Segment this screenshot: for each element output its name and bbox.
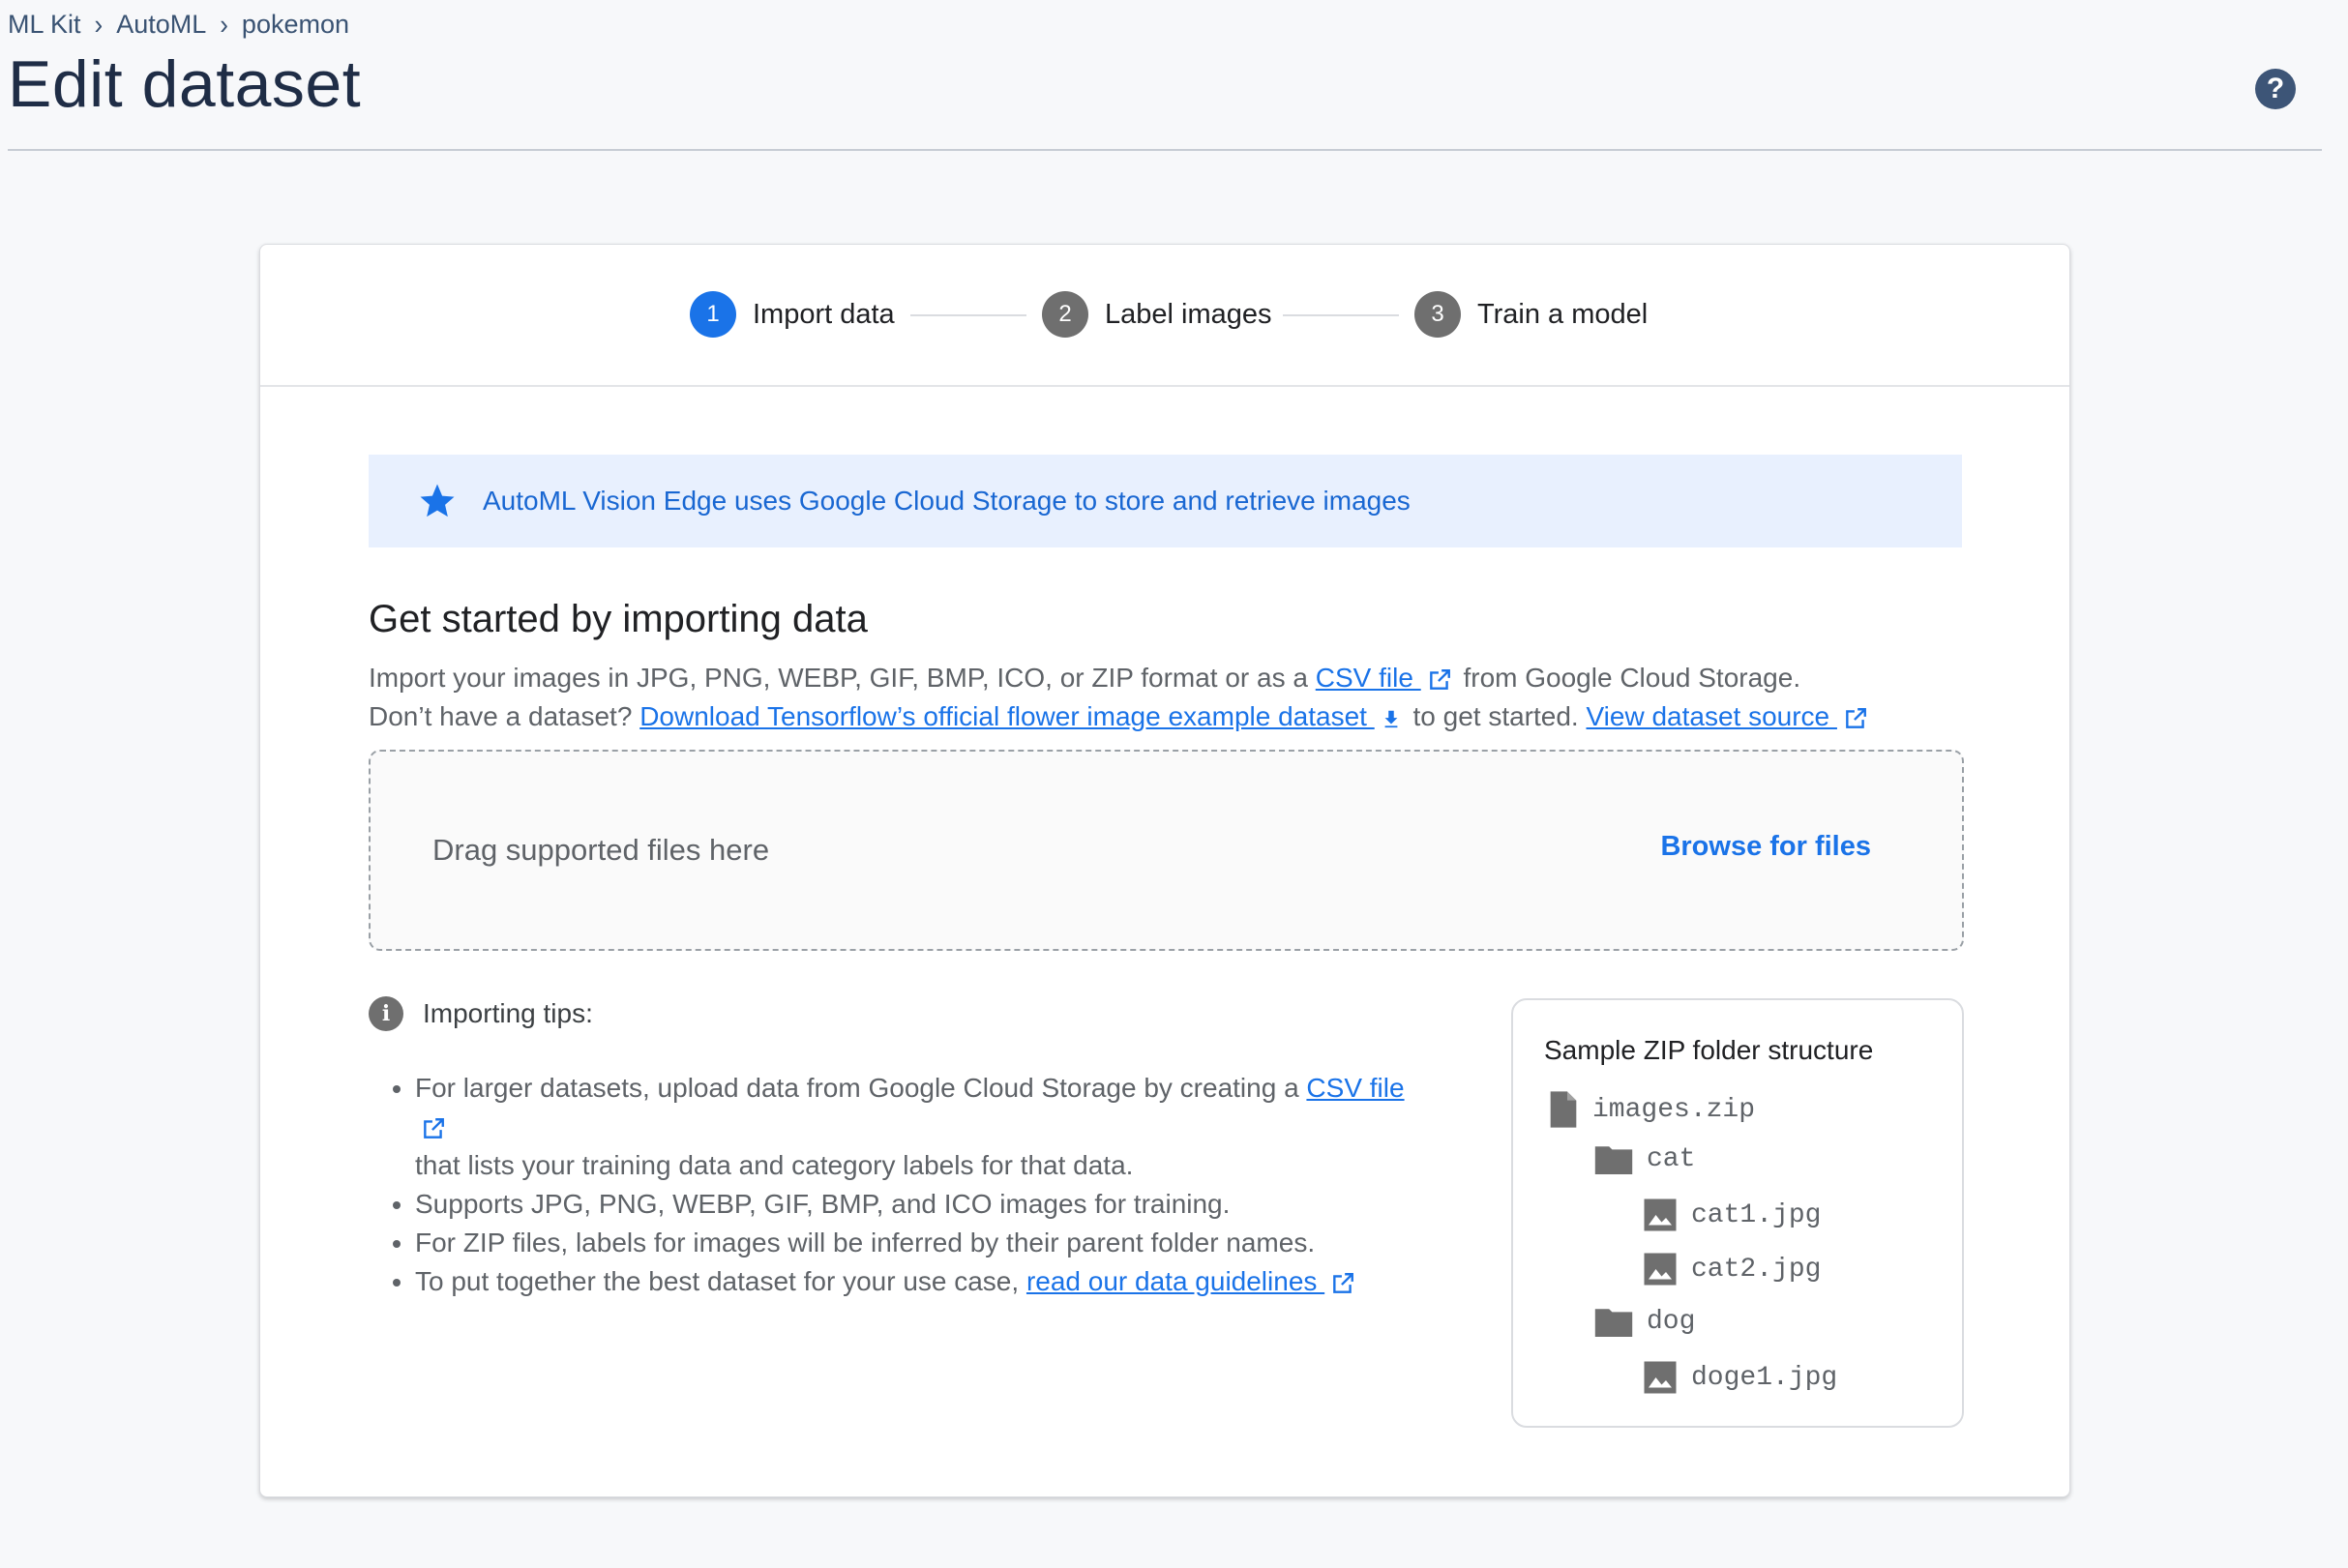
image-icon [1644, 1198, 1677, 1231]
breadcrumb: ML Kit › AutoML › pokemon [8, 8, 349, 41]
tips-csv-file-link[interactable]: CSV file [1306, 1073, 1404, 1103]
stepper: 1 Import data 2 Label images 3 Train a m… [260, 245, 2069, 387]
open-in-new-icon [424, 1117, 444, 1139]
tree-item-label: images.zip [1592, 1094, 1756, 1125]
view-dataset-source-link[interactable]: View dataset source [1587, 701, 1837, 731]
info-icon: i [369, 996, 403, 1031]
step-label-import-data: Import data [753, 298, 895, 330]
tip-item: To put together the best dataset for you… [415, 1262, 1431, 1301]
tip-1-text: For larger datasets, upload data from Go… [415, 1073, 1307, 1103]
tip-item: For larger datasets, upload data from Go… [415, 1069, 1431, 1185]
step-import-data[interactable]: 1 Import data [690, 291, 895, 338]
tip-1-suffix: that lists your training data and catego… [415, 1150, 1134, 1180]
info-banner: AutoML Vision Edge uses Google Cloud Sto… [369, 455, 1962, 547]
tree-item-label: dog [1647, 1306, 1696, 1337]
tree-item-dog: dog [1594, 1306, 1695, 1337]
breadcrumb-automl[interactable]: AutoML [116, 10, 206, 40]
header-divider [8, 149, 2322, 151]
importing-tips-list: For larger datasets, upload data from Go… [369, 1069, 1431, 1301]
image-icon [1644, 1361, 1677, 1394]
intro-line2-text: Don’t have a dataset? [369, 701, 640, 731]
step-label-label-images: Label images [1105, 298, 1272, 330]
tree-item-label: cat [1647, 1143, 1696, 1174]
open-in-new-icon [1429, 668, 1450, 690]
chevron-right-icon: › [220, 8, 228, 41]
tree-item-label: doge1.jpg [1691, 1362, 1838, 1393]
image-icon [1644, 1253, 1677, 1286]
folder-icon [1594, 1309, 1633, 1337]
intro-line2-middle: to get started. [1405, 701, 1587, 731]
browse-files-button[interactable]: Browse for files [1660, 831, 1871, 863]
step-number-2: 2 [1042, 291, 1088, 338]
sample-zip-structure: Sample ZIP folder structure images.zip c… [1511, 998, 1964, 1428]
file-dropzone[interactable]: Drag supported files here Browse for fil… [369, 750, 1964, 951]
importing-tips-title: Importing tips: [423, 998, 593, 1028]
tree-item-cat2: cat2.jpg [1643, 1252, 1821, 1287]
step-number-1: 1 [690, 291, 736, 338]
step-number-3: 3 [1414, 291, 1461, 338]
dropzone-text: Drag supported files here [432, 833, 770, 867]
intro-line1-suffix: from Google Cloud Storage. [1455, 663, 1801, 693]
data-guidelines-link[interactable]: read our data guidelines [1026, 1266, 1324, 1296]
breadcrumb-ml-kit[interactable]: ML Kit [8, 10, 81, 40]
tree-item-label: cat2.jpg [1691, 1254, 1822, 1285]
tip-4-text: To put together the best dataset for you… [415, 1266, 1026, 1296]
intro-text: Import your images in JPG, PNG, WEBP, GI… [369, 659, 1872, 736]
step-connector [910, 314, 1026, 316]
import-card: 1 Import data 2 Label images 3 Train a m… [259, 244, 2070, 1497]
file-icon [1550, 1091, 1577, 1128]
folder-icon [1594, 1146, 1633, 1174]
chevron-right-icon: › [94, 8, 104, 41]
help-icon[interactable]: ? [2255, 69, 2296, 109]
breadcrumb-pokemon: pokemon [241, 10, 349, 39]
csv-file-link[interactable]: CSV file [1316, 663, 1421, 693]
banner-text: AutoML Vision Edge uses Google Cloud Sto… [483, 486, 1411, 516]
sample-title: Sample ZIP folder structure [1544, 1035, 1874, 1065]
tree-item-cat1: cat1.jpg [1643, 1198, 1821, 1232]
tip-item: Supports JPG, PNG, WEBP, GIF, BMP, and I… [415, 1185, 1431, 1224]
section-title: Get started by importing data [369, 598, 868, 640]
step-connector [1283, 314, 1399, 316]
step-train-model[interactable]: 3 Train a model [1414, 291, 1648, 338]
tree-item-cat: cat [1594, 1143, 1695, 1174]
tree-item-label: cat1.jpg [1691, 1199, 1822, 1230]
download-example-dataset-link[interactable]: Download Tensorflow’s official flower im… [639, 701, 1375, 731]
tree-item-doge1: doge1.jpg [1643, 1360, 1837, 1395]
open-in-new-icon [1333, 1272, 1354, 1293]
intro-line1-text: Import your images in JPG, PNG, WEBP, GI… [369, 663, 1316, 693]
tree-item-images-zip: images.zip [1548, 1091, 1755, 1128]
step-label-train-model: Train a model [1477, 298, 1649, 330]
step-label-images[interactable]: 2 Label images [1042, 291, 1272, 338]
tip-item: For ZIP files, labels for images will be… [415, 1224, 1431, 1262]
download-icon [1384, 710, 1398, 727]
open-in-new-icon [1846, 707, 1866, 728]
page-title: Edit dataset [8, 47, 362, 121]
star-icon [420, 484, 455, 518]
importing-tips-header: i Importing tips: [369, 996, 593, 1031]
